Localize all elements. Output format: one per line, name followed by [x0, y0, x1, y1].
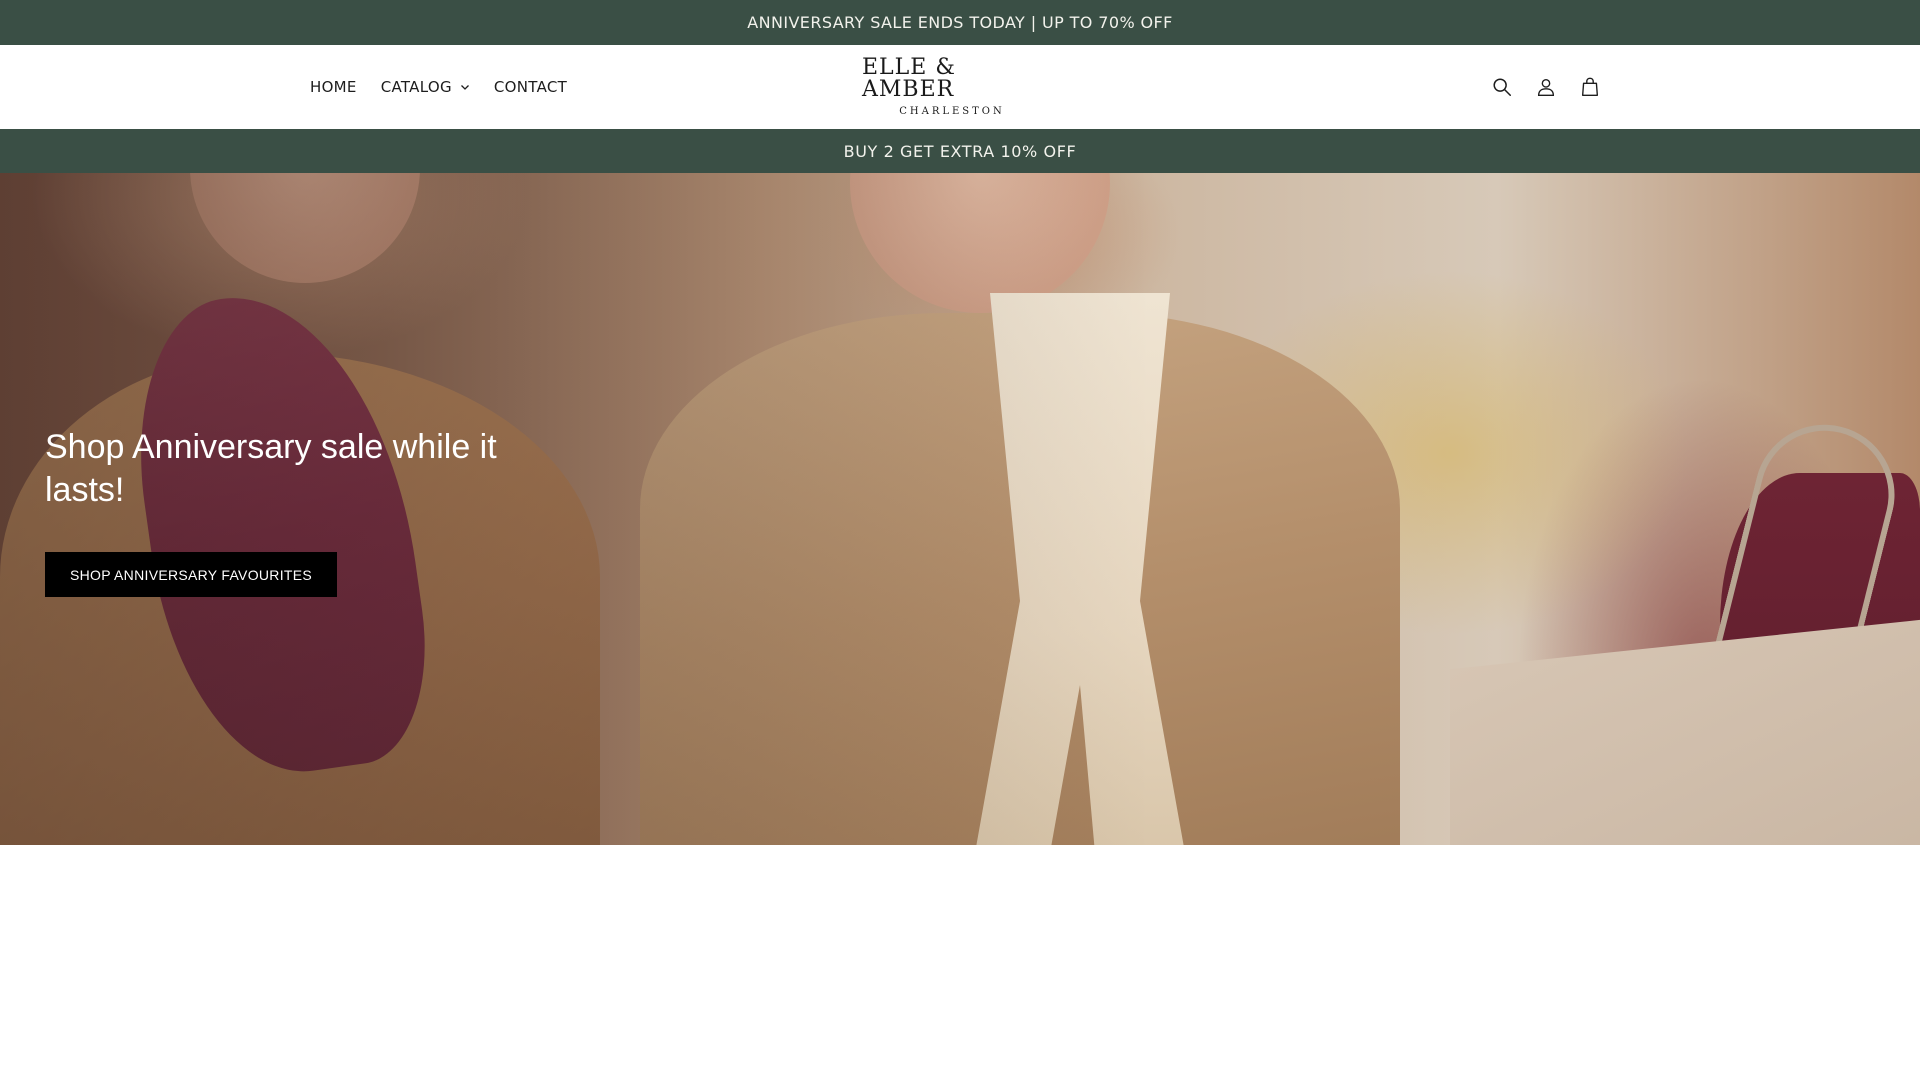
hero-content: Shop Anniversary sale while it lasts! SH…	[45, 426, 565, 597]
site-header: HOME CATALOG CONTACT ELLE & AMBER CHARLE…	[0, 45, 1920, 129]
nav-item-label: HOME	[310, 78, 357, 96]
announcement-bar-top: ANNIVERSARY SALE ENDS TODAY | UP TO 70% …	[0, 0, 1920, 45]
main-nav: HOME CATALOG CONTACT	[298, 45, 579, 129]
nav-item-contact[interactable]: CONTACT	[482, 70, 579, 104]
logo-wordmark: ELLE & AMBER	[862, 55, 956, 102]
shop-anniversary-button[interactable]: SHOP ANNIVERSARY FAVOURITES	[45, 552, 338, 597]
announcement-text: ANNIVERSARY SALE ENDS TODAY | UP TO 70% …	[747, 13, 1173, 32]
hero-banner: Shop Anniversary sale while it lasts! SH…	[0, 173, 1920, 845]
promo-text: BUY 2 GET EXTRA 10% OFF	[843, 141, 1077, 161]
nav-item-label: CONTACT	[493, 78, 568, 96]
brand-logo[interactable]: ELLE & AMBER CHARLESTON	[862, 57, 1042, 118]
cart-icon[interactable]	[1578, 75, 1602, 99]
nav-item-label: CATALOG	[380, 78, 452, 96]
hero-title: Shop Anniversary sale while it lasts!	[45, 428, 497, 509]
announcement-bar-promo: BUY 2 GET EXTRA 10% OFF	[0, 129, 1920, 173]
search-icon[interactable]	[1490, 75, 1514, 99]
nav-item-catalog[interactable]: CATALOG	[369, 70, 482, 104]
nav-item-home[interactable]: HOME	[298, 70, 369, 104]
account-icon[interactable]	[1534, 75, 1558, 99]
chevron-down-icon	[460, 85, 469, 90]
logo-subtitle: CHARLESTON	[899, 106, 1005, 117]
header-icons	[1490, 45, 1602, 129]
